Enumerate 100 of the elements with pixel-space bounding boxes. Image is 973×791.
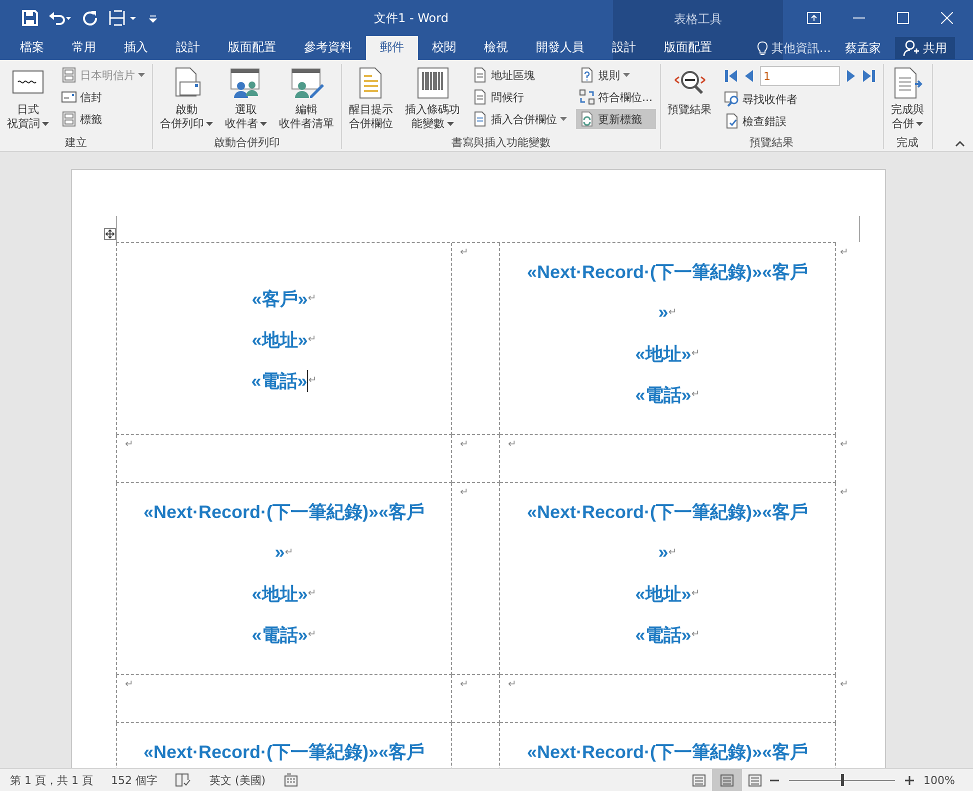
ribbon-button[interactable]: 插入條碼功 能變數 <box>402 64 463 135</box>
maximize-icon[interactable] <box>897 12 909 24</box>
ribbon-display-options-icon[interactable] <box>807 12 821 24</box>
dropdown-caret-icon <box>916 122 923 126</box>
macro-recording-icon[interactable] <box>284 773 298 787</box>
merge-field-text: «Next·Record·(下一筆紀錄)»«客戶 <box>143 500 425 524</box>
lightbulb-icon <box>756 40 768 56</box>
save-icon[interactable] <box>22 10 38 26</box>
window-title: 文件1 - Word <box>374 10 448 26</box>
ribbon-button[interactable]: 規則 <box>576 65 656 85</box>
ribbon-tab[interactable]: 郵件 <box>366 36 418 60</box>
ribbon-tab[interactable]: 設計 <box>598 36 650 60</box>
zoom-level[interactable]: 100% <box>924 774 963 786</box>
ribbon-tab[interactable]: 檔案 <box>6 36 58 60</box>
ribbon-button[interactable]: 更新標籤 <box>576 109 656 129</box>
dropdown-caret-icon <box>138 73 145 77</box>
ribbon-button[interactable]: 完成與 合併 <box>888 64 928 135</box>
zoom-in-icon[interactable] <box>904 776 914 784</box>
merge-field-text: » <box>658 542 668 563</box>
dropdown-caret-icon <box>206 122 213 126</box>
group-label: 書寫與插入功能變數 <box>450 135 552 149</box>
merge-field-text: «地址» <box>252 328 308 352</box>
match-fields-icon <box>579 89 595 105</box>
ribbon-tab[interactable]: 版面配置 <box>214 36 290 60</box>
customize-toolbar-icon[interactable] <box>148 13 158 23</box>
barcode-icon <box>416 66 450 100</box>
ribbon-button[interactable]: 編輯 收件者清單 <box>276 64 337 135</box>
ribbon-button[interactable]: 尋找收件者 <box>720 89 878 109</box>
paragraph-mark: ↵ <box>691 629 700 640</box>
ribbon-button[interactable]: 符合欄位... <box>576 87 656 107</box>
ribbon-button[interactable]: 檢查錯誤 <box>720 111 878 131</box>
ribbon-button[interactable]: 標籤 <box>58 109 148 129</box>
record-number-field[interactable]: 1 <box>760 66 840 86</box>
row-end-mark: ↵ <box>840 679 848 690</box>
merge-field-text: «客戶» <box>252 288 308 310</box>
paragraph-mark: ↵ <box>308 375 317 386</box>
merge-field-text: «地址» <box>635 342 692 366</box>
previous-record-icon[interactable] <box>744 70 752 82</box>
merge-field-text: «電話» <box>252 624 308 646</box>
envelope-icon <box>61 89 77 105</box>
merge-field-text: «Next·Record·(下一筆紀錄)»«客戶 <box>526 260 808 284</box>
check-document-icon <box>724 113 740 129</box>
find-recipient-icon <box>724 91 740 107</box>
ribbon-button[interactable]: 日式 祝賀詞 <box>4 64 52 135</box>
ribbon-button[interactable]: 預覽結果 <box>664 64 714 135</box>
ribbon-tab[interactable]: 設計 <box>162 36 214 60</box>
paragraph-mark: ↵ <box>691 348 700 359</box>
dropdown-caret-icon <box>560 117 567 121</box>
merge-field-text: «電話» <box>635 624 692 646</box>
touch-mode-icon[interactable] <box>108 10 138 26</box>
word-count[interactable]: 152 個字 <box>110 772 158 788</box>
ribbon-tab[interactable]: 常用 <box>58 36 110 60</box>
dropdown-caret-icon <box>446 122 454 126</box>
user-name[interactable]: 蔡孟家 <box>845 40 881 56</box>
collapse-ribbon-icon[interactable] <box>955 141 965 147</box>
row-end-mark: ↵ <box>840 247 848 258</box>
ribbon-button[interactable]: 地址區塊 <box>469 65 570 85</box>
ribbon-tab[interactable]: 校閱 <box>418 36 470 60</box>
paragraph-mark: ↵ <box>308 588 316 599</box>
next-record-icon[interactable] <box>846 70 856 82</box>
last-record-icon[interactable] <box>862 70 874 82</box>
share-button[interactable]: 共用 <box>895 37 955 59</box>
ribbon-button[interactable]: 問候行 <box>469 87 570 107</box>
merge-field-text: » <box>658 302 668 323</box>
print-layout-icon <box>720 774 734 786</box>
ribbon-button[interactable]: 插入合併欄位 <box>469 109 570 129</box>
ribbon-button[interactable]: 醒目提示 合併欄位 <box>346 64 396 135</box>
calendar-pencil-icon <box>290 66 324 100</box>
merge-field-text: «Next·Record·(下一筆紀錄)»«客戶 <box>143 740 425 764</box>
paragraph-mark: ↵ <box>691 389 700 400</box>
first-record-icon[interactable] <box>724 70 736 82</box>
ribbon-tab[interactable]: 版面配置 <box>650 36 726 60</box>
ribbon-tab[interactable]: 檢視 <box>470 36 522 60</box>
language-indicator[interactable]: 英文 (美國) <box>209 772 266 788</box>
ribbon-tab[interactable]: 開發人員 <box>522 36 598 60</box>
ribbon-tab[interactable]: 參考資料 <box>290 36 366 60</box>
merge-field-text: » <box>274 542 285 563</box>
dropdown-caret-icon <box>260 122 267 126</box>
redo-icon[interactable] <box>82 10 98 26</box>
ribbon-button[interactable]: 啟動 合併列印 <box>157 64 216 135</box>
read-mode-icon <box>692 774 706 786</box>
cell-end-mark: ↵ <box>508 679 516 690</box>
paragraph-mark: ↵ <box>308 293 316 304</box>
tell-me-button[interactable]: 其他資訊... <box>756 40 831 56</box>
row-end-mark: ↵ <box>840 439 848 450</box>
page-count[interactable]: 第 1 頁，共 1 頁 <box>10 772 93 788</box>
person-add-icon <box>903 40 919 56</box>
cell-end-mark: ↵ <box>460 247 468 258</box>
ribbon-tab[interactable]: 插入 <box>110 36 162 60</box>
zoom-slider-thumb[interactable] <box>840 774 844 786</box>
ribbon-button[interactable]: 選取 收件者 <box>222 64 270 135</box>
cell-end-mark: ↵ <box>460 439 468 450</box>
close-icon[interactable] <box>941 12 953 24</box>
print-layout-button[interactable] <box>712 769 742 791</box>
proofing-icon[interactable] <box>175 773 192 787</box>
table-move-handle-icon[interactable] <box>104 228 116 240</box>
dropdown-caret-icon <box>42 122 49 126</box>
group-label: 建立 <box>64 135 88 149</box>
undo-icon[interactable] <box>48 10 72 26</box>
ribbon-button[interactable]: 信封 <box>58 87 148 107</box>
